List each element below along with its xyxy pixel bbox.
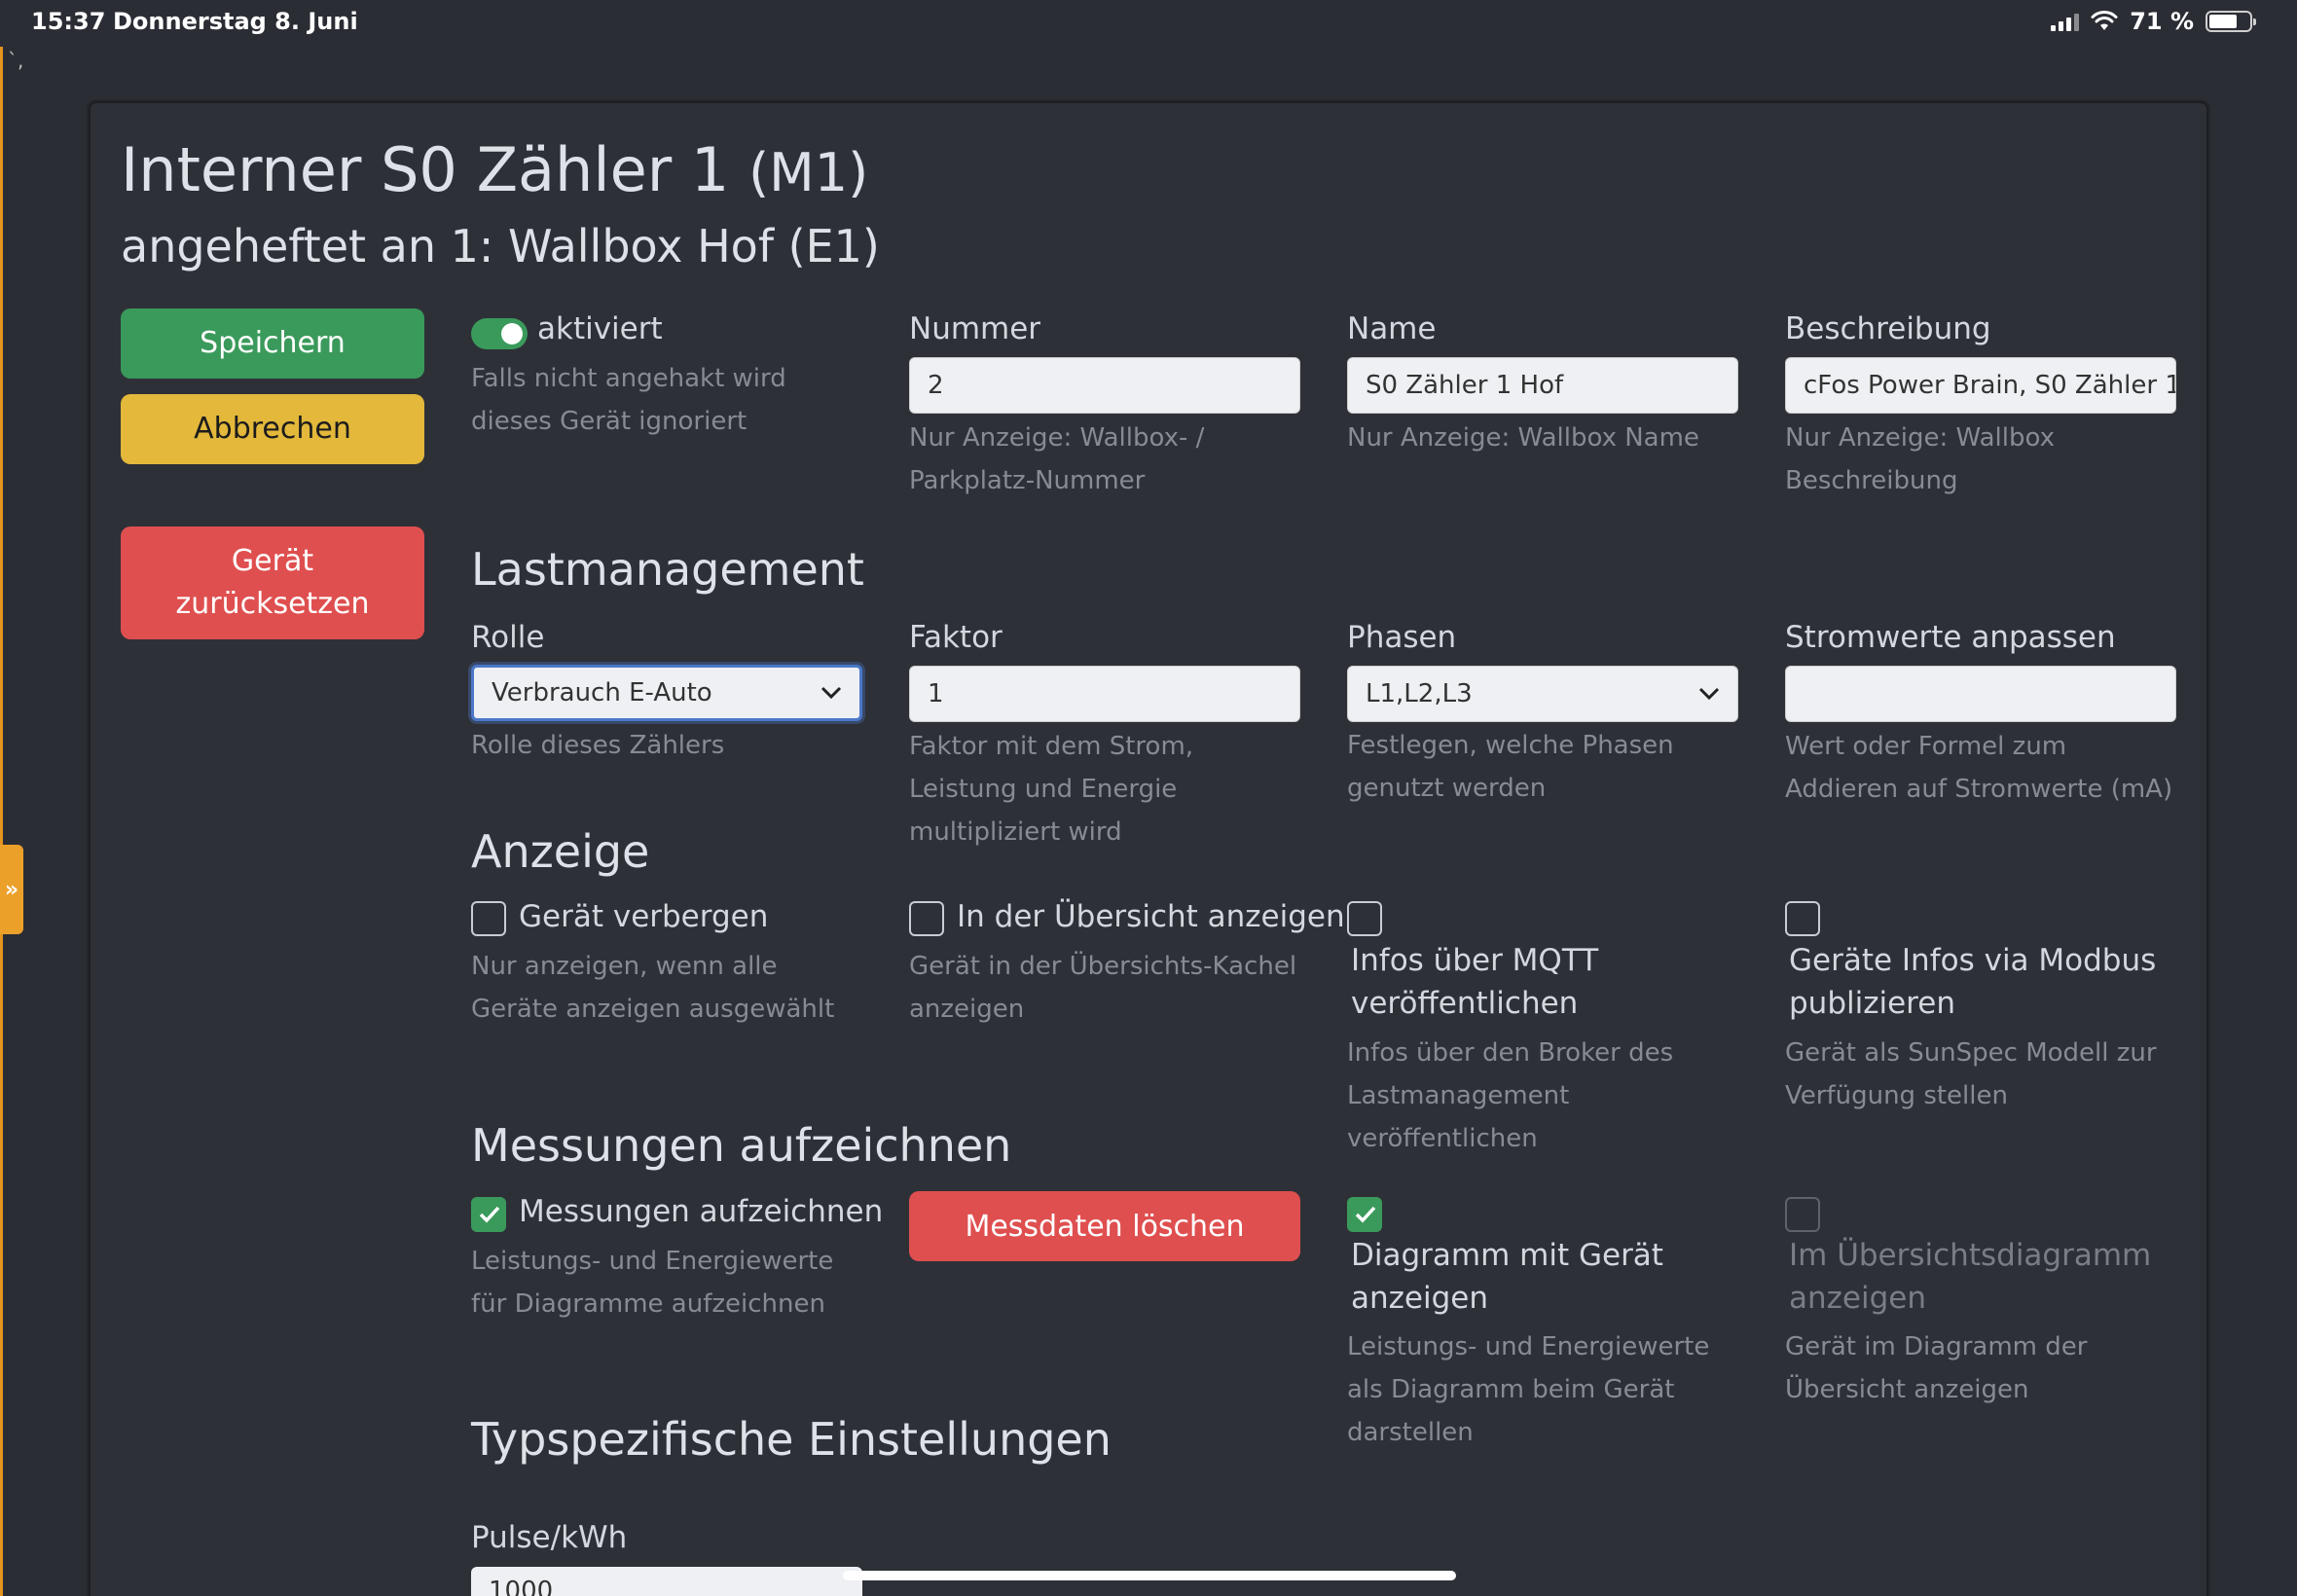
wifi-icon	[2091, 11, 2118, 30]
overview-chart-checkbox[interactable]	[1785, 1197, 1820, 1232]
name-help: Nur Anzeige: Wallbox Name	[1347, 423, 1699, 453]
chart-with-device-checkbox[interactable]	[1347, 1197, 1382, 1232]
show-in-overview-help: Gerät in der Übersichts-Kachel anzeigen	[909, 952, 1297, 1024]
role-label: Rolle	[471, 620, 545, 655]
page-title-text: Interner S0 Zähler 1	[121, 134, 730, 205]
status-time: 15:37	[31, 8, 106, 35]
record-measurements-help: Leistungs- und Energiewerte für Diagramm…	[471, 1247, 834, 1319]
load-management-heading: Lastmanagement	[471, 543, 864, 596]
role-select[interactable]: Verbrauch E-Auto	[471, 665, 862, 721]
page-title-suffix: (M1)	[748, 142, 869, 203]
current-adjust-label: Stromwerte anpassen	[1785, 620, 2116, 655]
reset-device-button[interactable]: Gerät zurücksetzen	[121, 526, 424, 639]
battery-fill	[2209, 15, 2238, 28]
save-button[interactable]: Speichern	[121, 308, 424, 379]
home-indicator[interactable]	[843, 1571, 1456, 1580]
overview-chart-label: Im Übersichtsdiagramm anzeigen	[1789, 1238, 2152, 1316]
phases-label: Phasen	[1347, 620, 1457, 655]
battery-icon	[2206, 11, 2256, 32]
current-adjust-input[interactable]	[1785, 666, 2176, 722]
record-measurements-checkbox[interactable]	[471, 1197, 506, 1232]
mqtt-publish-checkbox[interactable]	[1347, 901, 1382, 936]
clear-measurements-button[interactable]: Messdaten löschen	[909, 1191, 1300, 1261]
record-measurements-label: Messungen aufzeichnen	[519, 1194, 884, 1229]
battery-percent: 71 %	[2130, 8, 2194, 35]
overview-chart-help: Gerät im Diagramm der Übersicht anzeigen	[1785, 1332, 2088, 1404]
mqtt-publish-label: Infos über MQTT veröffentlichen	[1351, 943, 1599, 1021]
name-input[interactable]: S0 Zähler 1 Hof	[1347, 357, 1738, 414]
modbus-publish-help: Gerät als SunSpec Modell zur Verfügung s…	[1785, 1038, 2157, 1110]
display-heading: Anzeige	[471, 825, 650, 878]
page-title: Interner S0 Zähler 1 (M1)	[121, 134, 868, 205]
description-label: Beschreibung	[1785, 311, 1991, 346]
description-help: Nur Anzeige: Wallbox Beschreibung	[1785, 423, 2055, 495]
mqtt-publish-help: Infos über den Broker des Lastmanagement…	[1347, 1038, 1674, 1153]
show-in-overview-label: In der Übersicht anzeigen	[957, 899, 1345, 934]
factor-input[interactable]: 1	[909, 666, 1300, 722]
record-heading: Messungen aufzeichnen	[471, 1119, 1012, 1172]
left-edge-strip	[0, 47, 3, 1596]
number-input[interactable]: 2	[909, 357, 1300, 414]
side-expand-tab[interactable]: »	[0, 845, 23, 934]
type-settings-heading: Typspezifische Einstellungen	[471, 1413, 1112, 1466]
chevron-down-icon	[820, 686, 842, 700]
hide-device-label: Gerät verbergen	[519, 899, 769, 934]
status-indicators: 71 %	[2051, 8, 2256, 35]
show-in-overview-checkbox[interactable]	[909, 901, 944, 936]
phases-help: Festlegen, welche Phasen genutzt werden	[1347, 731, 1674, 803]
pulses-input[interactable]: 1000	[471, 1567, 862, 1596]
active-toggle[interactable]	[471, 318, 528, 349]
stray-mark: `,	[8, 49, 24, 72]
current-adjust-help: Wert oder Formel zum Addieren auf Stromw…	[1785, 732, 2173, 804]
cellular-signal-icon	[2051, 12, 2080, 31]
chart-with-device-label: Diagramm mit Gerät anzeigen	[1351, 1238, 1663, 1316]
status-date: Donnerstag 8. Juni	[113, 8, 358, 35]
number-help: Nur Anzeige: Wallbox- / Parkplatz-Nummer	[909, 423, 1205, 495]
cancel-button[interactable]: Abbrechen	[121, 394, 424, 464]
role-select-value: Verbrauch E-Auto	[492, 678, 712, 707]
chevron-down-icon	[1698, 687, 1720, 701]
pulses-label: Pulse/kWh	[471, 1520, 628, 1555]
checkmark-icon	[1355, 1206, 1376, 1223]
role-help: Rolle dieses Zählers	[471, 731, 725, 760]
hide-device-checkbox[interactable]	[471, 901, 506, 936]
hide-device-help: Nur anzeigen, wenn alle Geräte anzeigen …	[471, 952, 835, 1024]
phases-select-value: L1,L2,L3	[1366, 679, 1473, 708]
checkmark-icon	[479, 1206, 500, 1223]
modbus-publish-checkbox[interactable]	[1785, 901, 1820, 936]
factor-label: Faktor	[909, 620, 1003, 655]
name-label: Name	[1347, 311, 1437, 346]
number-label: Nummer	[909, 311, 1041, 346]
description-input[interactable]: cFos Power Brain, S0 Zähler 1	[1785, 357, 2176, 414]
double-chevron-right-icon: »	[4, 877, 19, 902]
modbus-publish-label: Geräte Infos via Modbus publizieren	[1789, 943, 2157, 1021]
chart-with-device-help: Leistungs- und Energiewerte als Diagramm…	[1347, 1332, 1710, 1447]
phases-select[interactable]: L1,L2,L3	[1347, 666, 1738, 722]
page-subtitle: angeheftet an 1: Wallbox Hof (E1)	[121, 220, 880, 272]
status-bar: 15:37 Donnerstag 8. Juni 71 %	[0, 0, 2297, 47]
factor-help: Faktor mit dem Strom, Leistung und Energ…	[909, 732, 1194, 847]
active-help: Falls nicht angehakt wird dieses Gerät i…	[471, 364, 786, 436]
active-label: aktiviert	[537, 311, 663, 346]
